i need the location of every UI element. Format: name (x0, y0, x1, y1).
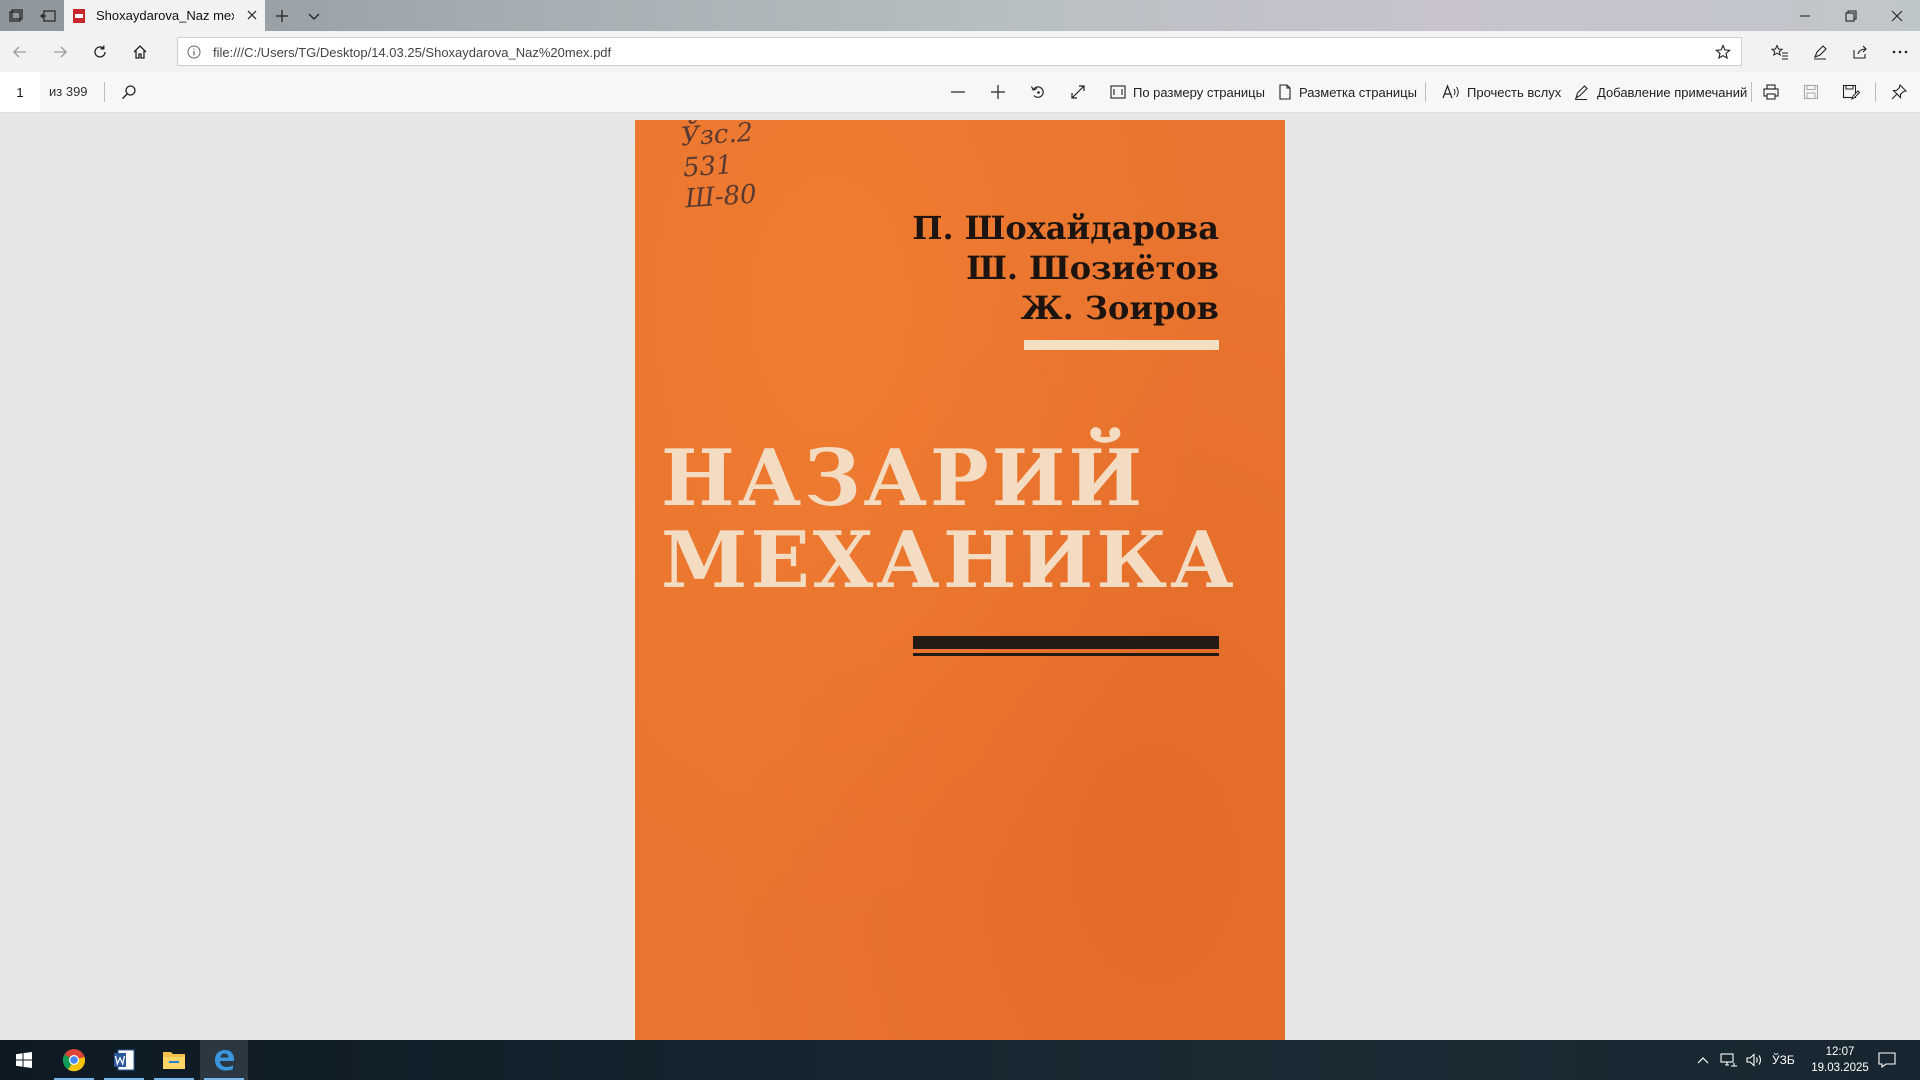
toolbar-divider (1875, 82, 1876, 102)
author-name: Ш. Шозиётов (966, 249, 1219, 287)
toolbar-divider (1751, 82, 1752, 102)
action-center-icon[interactable] (1878, 1040, 1896, 1080)
restore-icon[interactable] (1828, 0, 1874, 31)
pdf-file-icon (73, 8, 85, 23)
word-icon[interactable] (100, 1040, 148, 1080)
favorites-hub-icon[interactable] (1764, 36, 1796, 68)
author-name: Ж. Зоиров (1020, 289, 1219, 327)
forward-icon[interactable] (44, 36, 76, 68)
taskbar: ЎЗБ 12:07 19.03.2025 (0, 1040, 1920, 1080)
rotate-icon[interactable] (1026, 80, 1050, 104)
edge-icon[interactable] (200, 1040, 248, 1080)
pin-toolbar-icon[interactable] (1887, 80, 1911, 104)
stamp-line: Ш-80 (684, 179, 758, 215)
pdf-viewer[interactable]: Ўзс.2 531 Ш-80 П. Шохайдарова Ш. Шозиёто… (0, 113, 1920, 1040)
new-tab-icon[interactable] (266, 0, 298, 31)
clock-date: 19.03.2025 (1811, 1062, 1869, 1074)
add-notes-button[interactable]: Добавление примечаний (1574, 72, 1747, 112)
windows-start-icon[interactable] (0, 1040, 48, 1080)
tab-title: Shoxaydarova_Naz mex (96, 8, 234, 23)
tabs-aside-icon[interactable] (32, 0, 64, 31)
toolbar-divider (1425, 82, 1426, 102)
save-as-icon[interactable] (1839, 80, 1863, 104)
fit-page-label: По размеру страницы (1133, 84, 1265, 100)
volume-icon[interactable] (1746, 1040, 1764, 1080)
title-bar: Shoxaydarova_Naz mex (0, 0, 1920, 31)
page-layout-button[interactable]: Разметка страницы (1278, 72, 1417, 112)
close-window-icon[interactable] (1874, 0, 1920, 31)
zoom-out-icon[interactable] (946, 80, 970, 104)
cover-title-line: НАЗАРИЙ (661, 433, 1146, 524)
file-explorer-icon[interactable] (150, 1040, 198, 1080)
library-stamp: Ўзс.2 531 Ш-80 (680, 120, 759, 215)
author-name: П. Шохайдарова (912, 209, 1219, 247)
cover-light-rule (1024, 340, 1219, 350)
tab-set-aside-icon[interactable] (0, 0, 32, 31)
zoom-in-icon[interactable] (986, 80, 1010, 104)
minimize-icon[interactable] (1782, 0, 1828, 31)
cover-dark-rule (913, 636, 1219, 649)
read-aloud-icon (1442, 84, 1459, 99)
page-layout-icon (1279, 84, 1291, 100)
navigation-bar: file:///C:/Users/TG/Desktop/14.03.25/Sho… (0, 31, 1920, 73)
print-icon[interactable] (1759, 80, 1783, 104)
read-aloud-button[interactable]: Прочесть вслух (1442, 72, 1561, 112)
add-notes-label: Добавление примечаний (1597, 84, 1748, 100)
fullscreen-icon[interactable] (1066, 80, 1090, 104)
cover-dark-rule-thin (913, 653, 1219, 656)
toolbar-divider (104, 82, 105, 102)
page-count: из 399 (49, 84, 88, 99)
cover-authors: П. Шохайдарова Ш. Шозиётов Ж. Зоиров (912, 208, 1219, 328)
stamp-line: 531 (682, 150, 734, 184)
fit-to-page-button[interactable]: По размеру страницы (1110, 72, 1265, 112)
system-clock[interactable]: 12:07 19.03.2025 (1808, 1044, 1872, 1076)
stamp-line: Ўзс.2 (679, 120, 755, 153)
save-icon[interactable] (1799, 80, 1823, 104)
fit-page-icon (1110, 85, 1126, 99)
tab-active[interactable]: Shoxaydarova_Naz mex (64, 0, 265, 31)
language-indicator[interactable]: ЎЗБ (1772, 1040, 1795, 1080)
info-icon[interactable] (187, 45, 201, 59)
more-options-icon[interactable] (1884, 36, 1916, 68)
read-aloud-label: Прочесть вслух (1467, 84, 1562, 100)
address-field[interactable]: file:///C:/Users/TG/Desktop/14.03.25/Sho… (177, 37, 1742, 66)
favorite-star-icon[interactable] (1715, 44, 1731, 60)
network-icon[interactable] (1720, 1040, 1738, 1080)
back-icon[interactable] (4, 36, 36, 68)
cover-title: НАЗАРИЙ МЕХАНИКА (661, 438, 1237, 602)
show-hidden-icons-chevron-icon[interactable] (1696, 1040, 1710, 1080)
current-page-input[interactable]: 1 (0, 72, 40, 112)
add-notes-pen-icon (1575, 85, 1588, 100)
cover-title-line: МЕХАНИКА (661, 515, 1237, 606)
page-layout-label: Разметка страницы (1299, 84, 1417, 100)
home-icon[interactable] (124, 36, 156, 68)
url-text: file:///C:/Users/TG/Desktop/14.03.25/Sho… (213, 45, 612, 60)
web-note-pen-icon[interactable] (1804, 36, 1836, 68)
close-tab-icon[interactable] (245, 8, 259, 22)
tab-preview-chevron-icon[interactable] (298, 0, 330, 31)
refresh-icon[interactable] (84, 36, 116, 68)
clock-time: 12:07 (1825, 1046, 1855, 1058)
pdf-toolbar: 1 из 399 По размеру страницы Разметка ст… (0, 72, 1920, 113)
search-icon[interactable] (117, 80, 141, 104)
chrome-icon[interactable] (50, 1040, 98, 1080)
share-icon[interactable] (1844, 36, 1876, 68)
pdf-page-cover: Ўзс.2 531 Ш-80 П. Шохайдарова Ш. Шозиёто… (635, 120, 1285, 1040)
